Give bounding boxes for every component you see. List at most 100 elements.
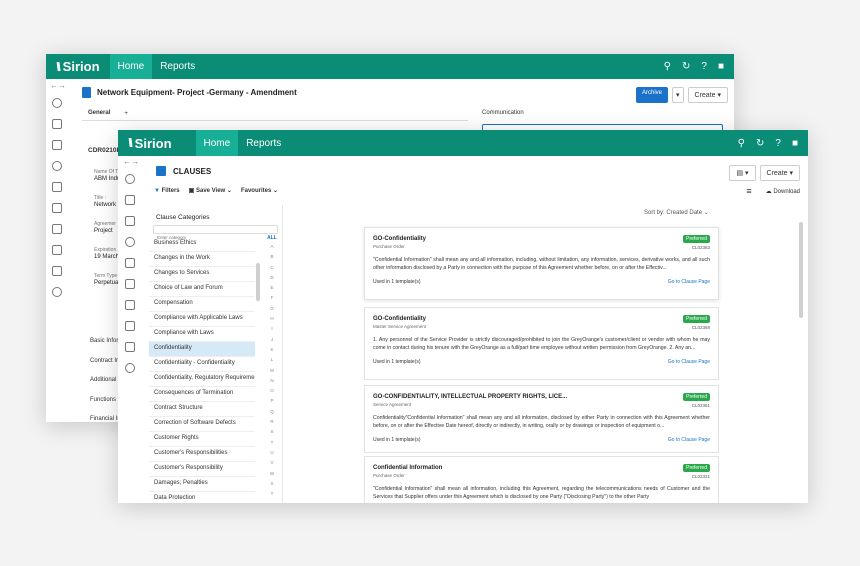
- table-nav-icon[interactable]: [52, 224, 62, 234]
- history-icon[interactable]: ↻: [682, 61, 690, 72]
- user-nav-icon[interactable]: [52, 98, 62, 108]
- alpha-letter[interactable]: N: [263, 378, 281, 388]
- alpha-letter[interactable]: M: [263, 368, 281, 378]
- back-forward-icon[interactable]: ←→: [50, 81, 66, 90]
- category-scrollbar[interactable]: [256, 263, 260, 301]
- section-item[interactable]: Contract In: [90, 352, 120, 372]
- check-nav-icon[interactable]: [52, 182, 62, 192]
- category-item[interactable]: Confidentiality, Regulatory Requireme...: [149, 372, 255, 387]
- section-item[interactable]: Financial In: [90, 410, 120, 422]
- create-button[interactable]: Create ▾: [687, 87, 728, 103]
- alpha-letter[interactable]: Q: [263, 409, 281, 419]
- table-nav-icon[interactable]: [125, 300, 135, 310]
- alpha-letter[interactable]: I: [263, 326, 281, 336]
- nav-reports[interactable]: Reports: [238, 130, 289, 156]
- nav-reports[interactable]: Reports: [152, 54, 203, 79]
- alpha-letter[interactable]: B: [263, 254, 281, 264]
- download-button[interactable]: ☁ Download: [766, 188, 800, 195]
- clause-page-link[interactable]: Go to Clause Page: [668, 279, 710, 285]
- docs-nav-icon[interactable]: [125, 195, 135, 205]
- people-nav-icon[interactable]: [125, 363, 135, 373]
- category-item[interactable]: Choice of Law and Forum: [149, 282, 255, 297]
- clause-page-link[interactable]: Go to Clause Page: [668, 359, 710, 365]
- category-item[interactable]: Damages; Penalties: [149, 477, 255, 492]
- clause-page-link[interactable]: Go to Clause Page: [668, 437, 710, 443]
- alpha-letter[interactable]: E: [263, 285, 281, 295]
- alpha-letter[interactable]: J: [263, 337, 281, 347]
- alpha-letter[interactable]: F: [263, 295, 281, 305]
- category-item[interactable]: Customer's Responsibilities: [149, 447, 255, 462]
- sort-lines-icon[interactable]: ≡: [746, 186, 751, 196]
- save-view-button[interactable]: ▣ Save View ⌄: [189, 187, 232, 194]
- help-icon[interactable]: ?: [775, 138, 781, 149]
- category-item[interactable]: Customer's Responsibility: [149, 462, 255, 477]
- nav-home[interactable]: Home: [195, 130, 239, 156]
- doc-nav-icon[interactable]: [125, 321, 135, 331]
- user-icon[interactable]: ■: [718, 61, 724, 72]
- help-nav-icon[interactable]: [52, 161, 62, 171]
- category-search[interactable]: [153, 225, 278, 241]
- people-nav-icon[interactable]: [52, 287, 62, 297]
- alpha-letter[interactable]: L: [263, 357, 281, 367]
- alpha-all[interactable]: ALL: [263, 235, 281, 244]
- help-icon[interactable]: ?: [701, 61, 707, 72]
- clause-card[interactable]: GO-CONFIDENTIALITY, INTELLECTUAL PROPERT…: [364, 385, 719, 453]
- sort-by[interactable]: Sort by: Created Date ⌄: [644, 209, 709, 216]
- alpha-letter[interactable]: V: [263, 460, 281, 470]
- filters-button[interactable]: ▼ Filters: [154, 188, 180, 194]
- alpha-letter[interactable]: G: [263, 306, 281, 316]
- alpha-letter[interactable]: O: [263, 388, 281, 398]
- alpha-letter[interactable]: R: [263, 419, 281, 429]
- report-nav-icon[interactable]: [52, 266, 62, 276]
- alpha-letter[interactable]: A: [263, 244, 281, 254]
- clause-card[interactable]: GO-Confidentiality Master Service Agreem…: [364, 307, 719, 380]
- search-icon[interactable]: ⚲: [738, 138, 745, 149]
- category-item-selected[interactable]: Confidentiality: [149, 342, 255, 357]
- category-item[interactable]: Compliance with Applicable Laws: [149, 312, 255, 327]
- alert-nav-icon[interactable]: [125, 279, 135, 289]
- user-icon[interactable]: ■: [792, 138, 798, 149]
- alpha-letter[interactable]: K: [263, 347, 281, 357]
- files-nav-icon[interactable]: [52, 140, 62, 150]
- favourites-button[interactable]: Favourites ⌄: [241, 187, 278, 194]
- user-nav-icon[interactable]: [125, 174, 135, 184]
- category-item[interactable]: Data Protection: [149, 492, 255, 503]
- main-scrollbar[interactable]: [799, 222, 803, 318]
- alert-nav-icon[interactable]: [52, 203, 62, 213]
- category-item[interactable]: Consequences of Termination: [149, 387, 255, 402]
- create-button[interactable]: Create ▾: [759, 165, 800, 181]
- category-item[interactable]: Compensation: [149, 297, 255, 312]
- tab-general[interactable]: General: [82, 110, 117, 118]
- alpha-letter[interactable]: T: [263, 440, 281, 450]
- clause-card[interactable]: Confidential Information Purchase Order …: [364, 456, 719, 503]
- alpha-letter[interactable]: S: [263, 429, 281, 439]
- report-nav-icon[interactable]: [125, 342, 135, 352]
- nav-home[interactable]: Home: [109, 54, 153, 79]
- alpha-letter[interactable]: P: [263, 398, 281, 408]
- brand-logo[interactable]: \\ Sirion: [118, 136, 182, 151]
- alpha-letter[interactable]: U: [263, 450, 281, 460]
- check-nav-icon[interactable]: [125, 258, 135, 268]
- search-icon[interactable]: ⚲: [664, 61, 671, 72]
- alpha-letter[interactable]: H: [263, 316, 281, 326]
- section-item[interactable]: Basic Infor: [90, 332, 120, 352]
- section-item[interactable]: Functions: [90, 391, 120, 411]
- doc-nav-icon[interactable]: [52, 245, 62, 255]
- alpha-letter[interactable]: W: [263, 471, 281, 481]
- category-item[interactable]: Confidentiality - Confidentiality: [149, 357, 255, 372]
- archive-dropdown-icon[interactable]: ▾: [672, 87, 684, 103]
- alpha-letter[interactable]: X: [263, 481, 281, 491]
- category-item[interactable]: Business Ethics: [149, 237, 255, 252]
- help-nav-icon[interactable]: [125, 237, 135, 247]
- clause-card[interactable]: GO-Confidentiality Purchase Order Prefer…: [364, 227, 719, 300]
- history-icon[interactable]: ↻: [756, 138, 764, 149]
- category-item[interactable]: Changes to Services: [149, 267, 255, 282]
- alpha-letter[interactable]: D: [263, 275, 281, 285]
- back-forward-icon[interactable]: ←→: [123, 157, 139, 166]
- category-item[interactable]: Changes in the Work: [149, 252, 255, 267]
- category-item[interactable]: Contract Structure: [149, 402, 255, 417]
- archive-button[interactable]: Archive: [635, 87, 668, 103]
- category-item[interactable]: Customer Rights: [149, 432, 255, 447]
- docs-nav-icon[interactable]: [52, 119, 62, 129]
- view-toggle-button[interactable]: ▤ ▾: [729, 165, 756, 181]
